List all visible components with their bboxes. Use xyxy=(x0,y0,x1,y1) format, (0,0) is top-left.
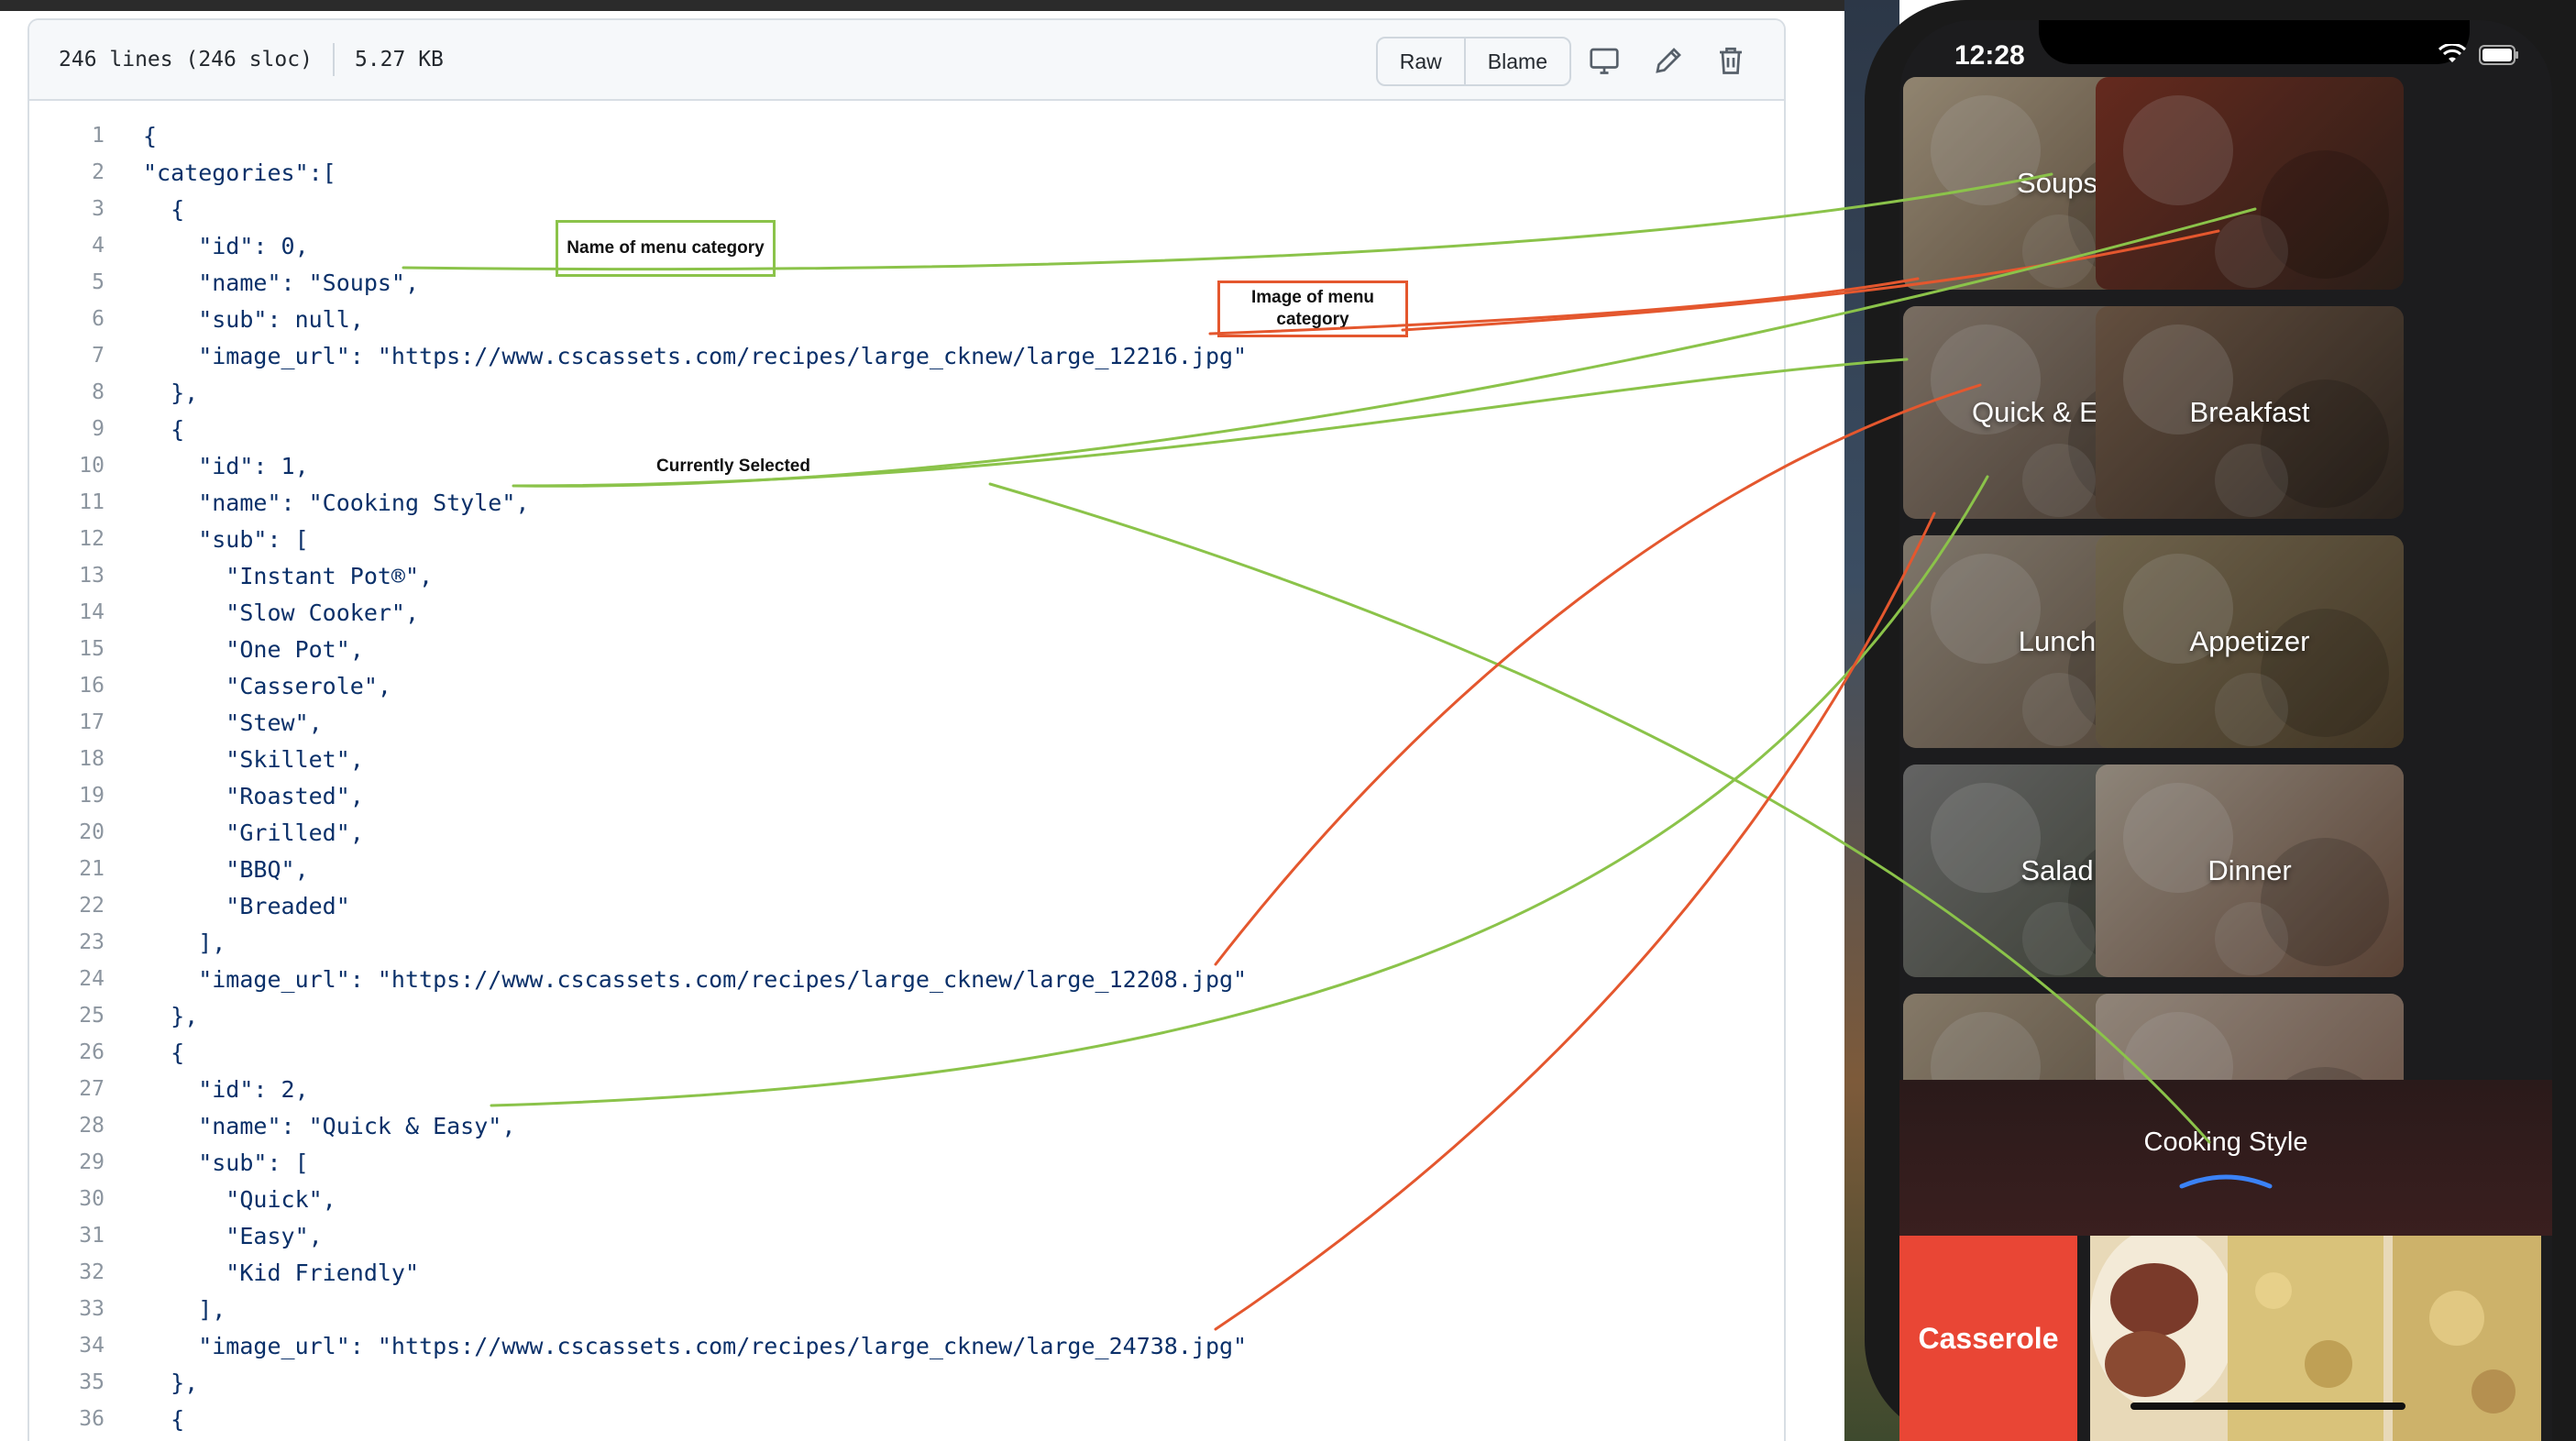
connector-image-soups-2 xyxy=(1401,229,2220,332)
connector-image-cooking xyxy=(1214,383,1982,966)
connector-lines xyxy=(402,172,2257,1331)
connector-name-quick xyxy=(512,358,1909,488)
connector-name-soups xyxy=(402,172,2053,271)
connector-name-quick-easy xyxy=(490,475,1989,1107)
connector-image-soups xyxy=(1208,277,1920,336)
connector-image-quick xyxy=(1214,512,1936,1331)
